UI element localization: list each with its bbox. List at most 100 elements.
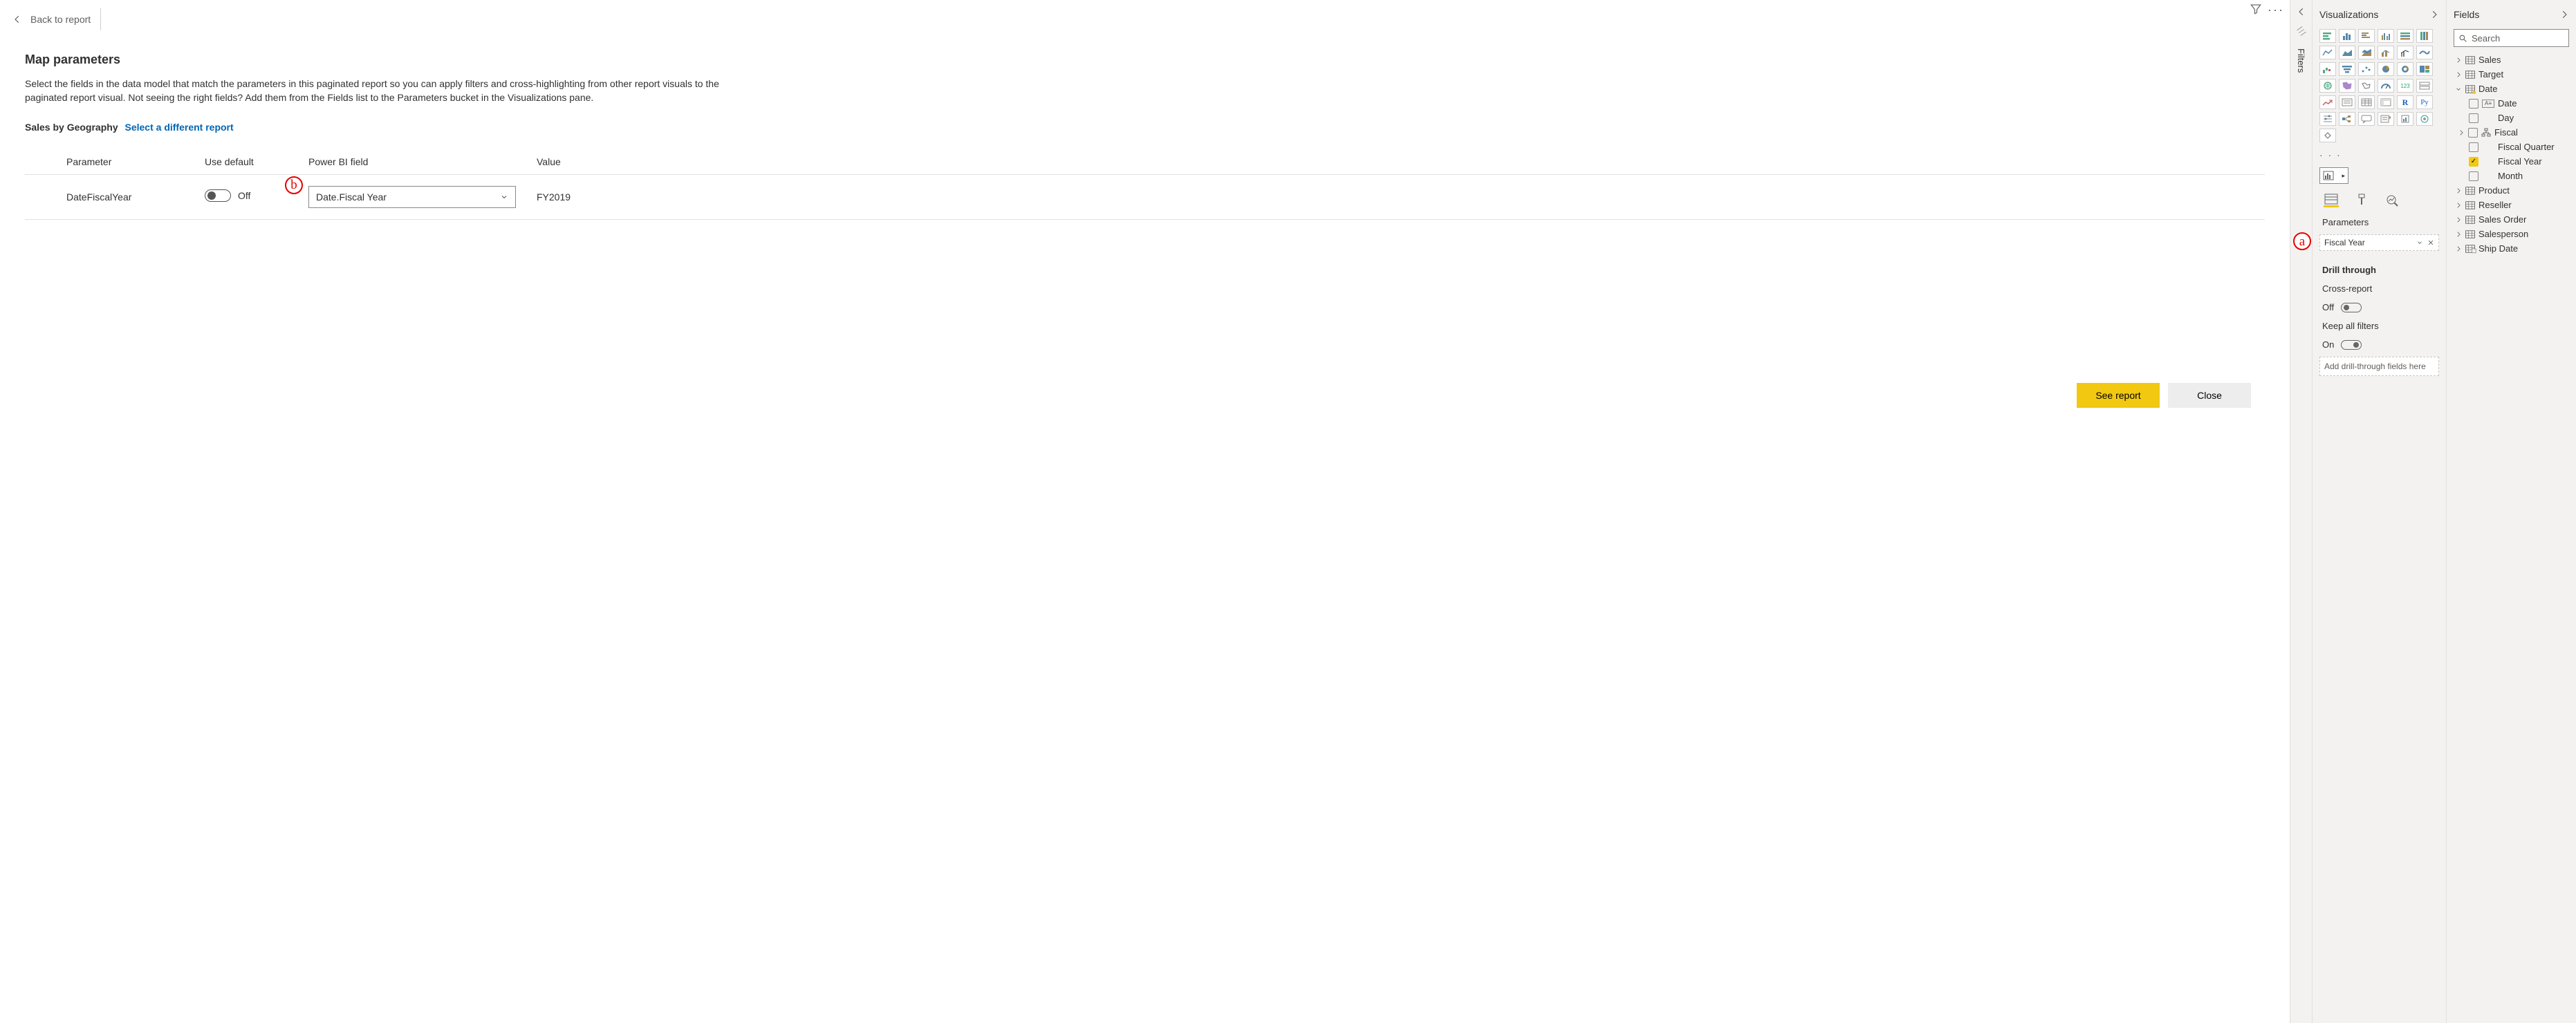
- close-button[interactable]: Close: [2168, 383, 2251, 408]
- viz-gauge[interactable]: [2378, 79, 2394, 93]
- top-right-icons: ···: [2250, 3, 2284, 17]
- viz-more-icon[interactable]: · · ·: [2319, 148, 2439, 162]
- checkbox-checked[interactable]: [2469, 157, 2478, 167]
- chevron-left-icon: [2297, 7, 2306, 17]
- viz-stacked-column[interactable]: [2339, 29, 2355, 43]
- field-date-fiscal-year[interactable]: Fiscal Year: [2454, 154, 2569, 169]
- viz-stacked-bar[interactable]: [2319, 29, 2336, 43]
- use-default-toggle[interactable]: Off: [205, 189, 250, 202]
- table-date[interactable]: Date: [2454, 82, 2569, 96]
- viz-arcgis[interactable]: [2416, 112, 2433, 126]
- viz-kpi[interactable]: [2319, 95, 2336, 109]
- col-parameter: Parameter: [25, 149, 205, 175]
- viz-slicer[interactable]: [2339, 95, 2355, 109]
- fields-tab-icon[interactable]: [2324, 192, 2339, 207]
- viz-funnel[interactable]: [2339, 62, 2355, 76]
- field-date-fiscal[interactable]: Fiscal: [2454, 125, 2569, 140]
- viz-key-influencers[interactable]: [2319, 112, 2336, 126]
- field-date-fiscal-quarter[interactable]: Fiscal Quarter: [2454, 140, 2569, 154]
- toggle-label: Off: [238, 190, 250, 201]
- keep-filters-toggle[interactable]: On: [2319, 338, 2439, 351]
- viz-filled-map[interactable]: [2339, 79, 2355, 93]
- viz-ribbon[interactable]: [2416, 46, 2433, 59]
- hierarchy-icon: [2481, 129, 2491, 137]
- checkbox[interactable]: [2469, 171, 2478, 181]
- chevron-down-icon[interactable]: [2416, 239, 2423, 246]
- viz-line-clustered-column[interactable]: [2397, 46, 2413, 59]
- viz-map[interactable]: [2319, 79, 2336, 93]
- checkbox[interactable]: [2469, 113, 2478, 123]
- viz-decomposition-tree[interactable]: [2339, 112, 2355, 126]
- viz-shape-map[interactable]: [2358, 79, 2375, 93]
- viz-clustered-bar[interactable]: [2358, 29, 2375, 43]
- drill-through-well[interactable]: Add drill-through fields here: [2319, 357, 2439, 376]
- viz-stacked-area[interactable]: [2358, 46, 2375, 59]
- viz-treemap[interactable]: [2416, 62, 2433, 76]
- fields-tree: Sales Target Date A≡ Date Day Fiscal: [2454, 53, 2569, 256]
- param-field-name: Fiscal Year: [2324, 238, 2365, 247]
- table-target[interactable]: Target: [2454, 67, 2569, 82]
- format-tab-icon[interactable]: [2354, 192, 2369, 207]
- select-different-report-link[interactable]: Select a different report: [125, 122, 234, 133]
- viz-100-stacked-bar[interactable]: [2397, 29, 2413, 43]
- filters-collapsed-strip[interactable]: Filters: [2290, 0, 2312, 1023]
- back-to-report-link[interactable]: Back to report: [6, 14, 91, 25]
- table-product[interactable]: Product: [2454, 183, 2569, 198]
- col-use-default: Use default: [205, 149, 308, 175]
- table-salesperson[interactable]: Salesperson: [2454, 227, 2569, 241]
- viz-table[interactable]: [2358, 95, 2375, 109]
- parameters-table: Parameter Use default Power BI field Val…: [25, 149, 2265, 220]
- viz-get-more[interactable]: [2319, 129, 2336, 142]
- viz-100-stacked-column[interactable]: [2416, 29, 2433, 43]
- chevron-right-icon[interactable]: [2559, 10, 2569, 19]
- checkbox[interactable]: [2468, 128, 2478, 138]
- field-date-month[interactable]: Month: [2454, 169, 2569, 183]
- fields-panel: Fields Search Sales Target Date A≡ Date: [2446, 0, 2576, 1023]
- filter-icon[interactable]: [2250, 3, 2262, 17]
- checkbox[interactable]: [2469, 99, 2478, 109]
- viz-donut[interactable]: [2397, 62, 2413, 76]
- cross-report-state: Off: [2322, 302, 2334, 312]
- viz-area[interactable]: [2339, 46, 2355, 59]
- viz-paginated-report[interactable]: [2397, 112, 2413, 126]
- viz-waterfall[interactable]: [2319, 62, 2336, 76]
- back-label: Back to report: [30, 14, 91, 25]
- viz-python[interactable]: Py: [2416, 95, 2433, 109]
- see-report-button[interactable]: See report: [2077, 383, 2160, 408]
- viz-qna[interactable]: [2358, 112, 2375, 126]
- table-reseller[interactable]: Reseller: [2454, 198, 2569, 212]
- viz-title: Visualizations: [2319, 9, 2378, 20]
- remove-icon[interactable]: [2427, 239, 2434, 246]
- viz-clustered-column[interactable]: [2378, 29, 2394, 43]
- cross-report-label: Cross-report: [2319, 282, 2439, 295]
- select-value: Date.Fiscal Year: [316, 191, 387, 203]
- table-ship-date[interactable]: Ship Date: [2454, 241, 2569, 256]
- parameters-field-well[interactable]: Fiscal Year: [2319, 234, 2439, 251]
- keep-filters-label: Keep all filters: [2319, 319, 2439, 332]
- field-date-day[interactable]: Day: [2454, 111, 2569, 125]
- viz-scatter[interactable]: [2358, 62, 2375, 76]
- viz-card[interactable]: 123: [2397, 79, 2413, 93]
- visualizations-panel: Visualizations 123 R Py: [2312, 0, 2446, 1023]
- power-bi-field-select[interactable]: Date.Fiscal Year: [308, 186, 516, 208]
- drill-through-label: Drill through: [2319, 263, 2439, 276]
- table-sales[interactable]: Sales: [2454, 53, 2569, 67]
- cross-report-toggle[interactable]: Off: [2319, 301, 2439, 314]
- viz-r[interactable]: R: [2397, 95, 2413, 109]
- chevron-right-icon[interactable]: [2429, 10, 2439, 19]
- separator: [100, 8, 101, 30]
- viz-multi-row-card[interactable]: [2416, 79, 2433, 93]
- more-icon[interactable]: ···: [2268, 3, 2284, 17]
- viz-pie[interactable]: [2378, 62, 2394, 76]
- analytics-tab-icon[interactable]: [2384, 192, 2400, 207]
- table-sales-order[interactable]: Sales Order: [2454, 212, 2569, 227]
- viz-matrix[interactable]: [2378, 95, 2394, 109]
- viz-line-stacked-column[interactable]: [2378, 46, 2394, 59]
- viz-line[interactable]: [2319, 46, 2336, 59]
- main-area: ··· Back to report Map parameters Select…: [0, 0, 2290, 1023]
- checkbox[interactable]: [2469, 142, 2478, 152]
- field-date-date[interactable]: A≡ Date: [2454, 96, 2569, 111]
- selected-visual-chip[interactable]: ▸: [2319, 167, 2348, 184]
- viz-smart-narrative[interactable]: [2378, 112, 2394, 126]
- fields-search[interactable]: Search: [2454, 29, 2569, 47]
